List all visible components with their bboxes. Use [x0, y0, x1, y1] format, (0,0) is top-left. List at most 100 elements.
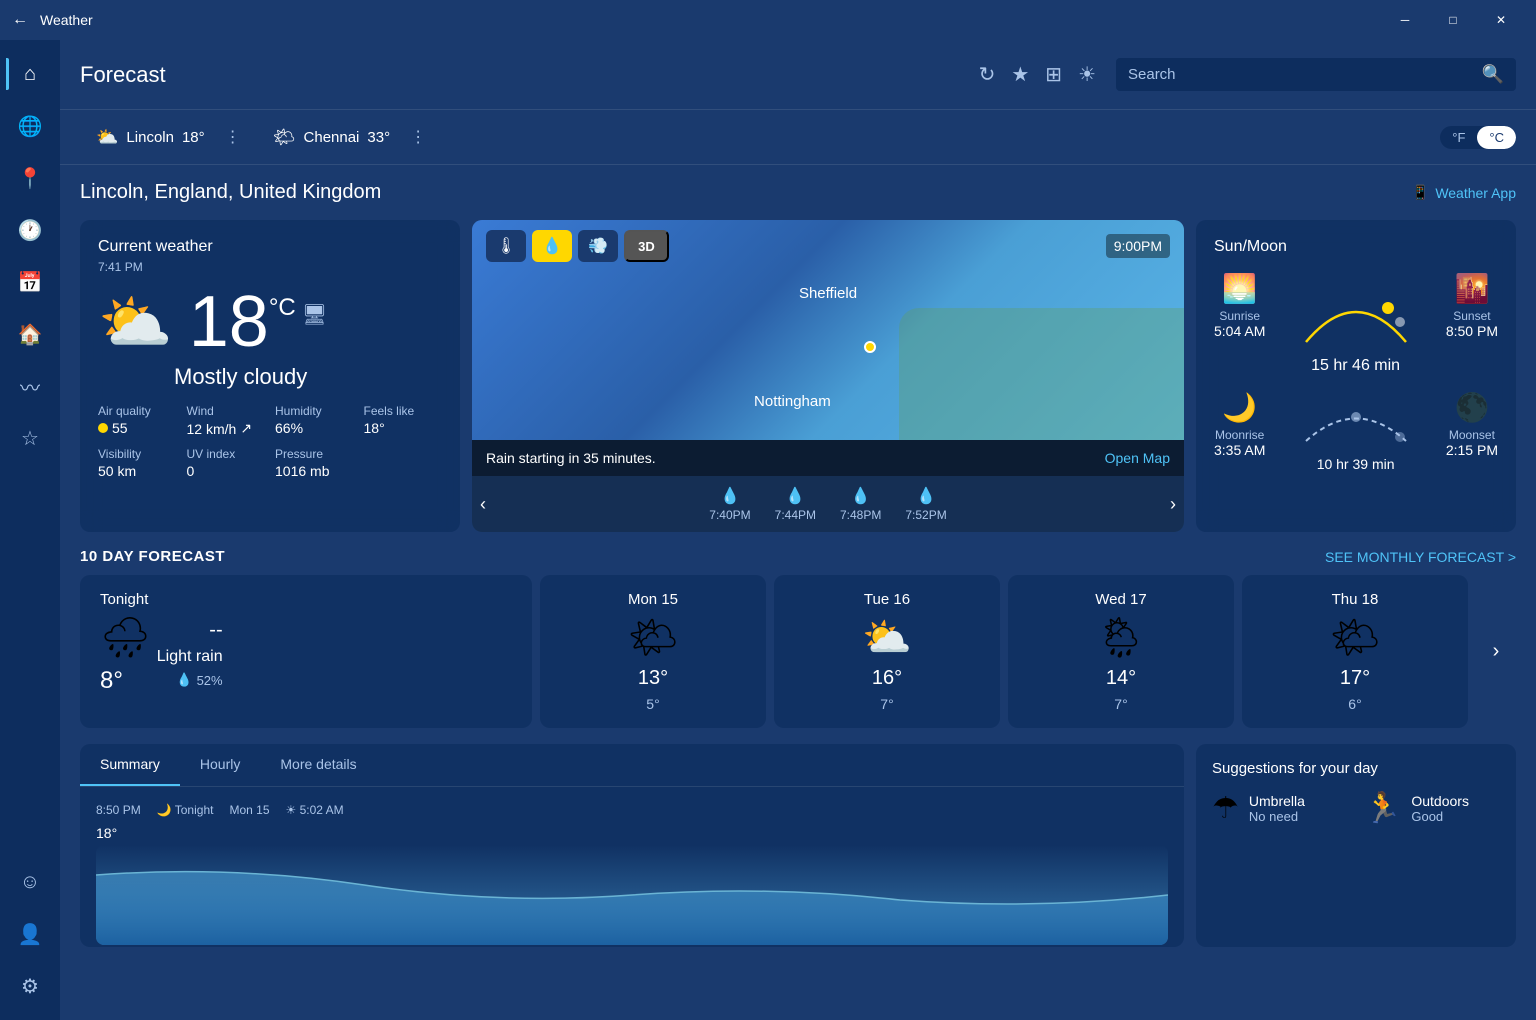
outdoors-info: Outdoors Good — [1411, 793, 1469, 824]
back-button[interactable]: ← — [12, 11, 28, 29]
map-card: 🌡 💧 💨 3D 9:00PM Sheffield Nottingham — [472, 220, 1184, 532]
city-name: Lincoln, England, United Kingdom — [80, 181, 381, 204]
suggestions-card: Suggestions for your day ☂ Umbrella No n… — [1196, 744, 1516, 947]
chart-temp-row: 18° — [96, 825, 1168, 841]
see-monthly-button[interactable]: SEE MONTHLY FORECAST > — [1325, 549, 1516, 565]
forecast-next-button[interactable]: › — [1476, 575, 1516, 728]
celsius-button[interactable]: °C — [1477, 126, 1516, 149]
favorite-icon[interactable]: ★ — [1011, 62, 1029, 87]
moon-info: 🌙 Moonrise 3:35 AM 10 hr 39 mi — [1214, 391, 1498, 472]
header-actions: ↻ ★ ⊞ ☀ — [979, 62, 1096, 87]
map-time: 9:00PM — [1106, 234, 1170, 258]
tue16-icon: ⛅ — [862, 614, 912, 661]
sidebar-item-user[interactable]: 👤 — [6, 910, 54, 958]
sidebar-item-home[interactable]: ⌂ — [6, 50, 54, 98]
sidebar-item-star[interactable]: ☆ — [6, 414, 54, 462]
humidity-stat: Humidity 66% — [275, 404, 354, 437]
theme-icon[interactable]: ☀ — [1078, 62, 1096, 87]
tue16-label: Tue 16 — [864, 591, 910, 608]
sidebar-item-waves[interactable]: 〰 — [6, 362, 54, 410]
timeline-dot-4: 💧 — [916, 486, 936, 506]
tonight-label: Tonight — [100, 591, 151, 608]
maximize-button[interactable]: □ — [1430, 0, 1476, 40]
timeline-prev-button[interactable]: ‹ — [480, 494, 486, 515]
lincoln-weather-icon: ⛅ — [96, 127, 118, 148]
thu18-high: 17° — [1340, 667, 1370, 690]
timeline-next-button[interactable]: › — [1170, 494, 1176, 515]
tab-summary[interactable]: Summary — [80, 744, 180, 786]
visibility-stat: Visibility 50 km — [98, 447, 177, 479]
pin-icon[interactable]: ⊞ — [1045, 62, 1062, 87]
map-precip-button[interactable]: 💧 — [532, 230, 572, 262]
app-layout: ⌂ 🌐 📍 🕐 📅 🏠 〰 ☆ ☺ 👤 ⚙ Forecast ↻ ★ ⊞ ☀ 🔍 — [0, 40, 1536, 1020]
minimize-button[interactable]: ─ — [1382, 0, 1428, 40]
mon15-label: Mon 15 — [628, 591, 678, 608]
sidebar-item-settings[interactable]: ⚙ — [6, 962, 54, 1010]
pressure-stat: Pressure 1016 mb — [275, 447, 354, 479]
fahrenheit-button[interactable]: °F — [1440, 126, 1477, 149]
sidebar-item-location[interactable]: 📍 — [6, 154, 54, 202]
sidebar-item-globe[interactable]: 🌐 — [6, 102, 54, 150]
sunset-icon: 🌇 — [1446, 272, 1498, 305]
location-tab-chennai[interactable]: 🌤 Chennai 33° — [257, 119, 406, 156]
map-temp-button[interactable]: 🌡 — [486, 230, 526, 262]
sidebar-item-calendar[interactable]: 📅 — [6, 258, 54, 306]
search-icon[interactable]: 🔍 — [1482, 64, 1504, 85]
refresh-icon[interactable]: ↻ — [979, 62, 996, 87]
mon15-icon: 🌤 — [628, 614, 679, 661]
tonight-high: -- — [209, 619, 222, 642]
chennai-weather-icon: 🌤 — [273, 127, 296, 148]
monitor-icon: 🖥 — [302, 302, 327, 327]
forecast-day-wed17: Wed 17 🌦 14° 7° — [1008, 575, 1234, 728]
rain-warning-text: Rain starting in 35 minutes. — [486, 450, 656, 466]
map-header: 🌡 💧 💨 3D 9:00PM — [472, 220, 1184, 272]
phone-icon: 📱 — [1412, 184, 1429, 201]
lincoln-name: Lincoln — [126, 129, 174, 146]
search-box[interactable]: 🔍 — [1116, 58, 1516, 91]
wave-chart — [96, 845, 1168, 945]
open-map-button[interactable]: Open Map — [1105, 450, 1170, 466]
weather-app-label: Weather App — [1435, 185, 1516, 201]
feels-like-value: 18° — [364, 420, 443, 436]
forecast-day-tue16: Tue 16 ⛅ 16° 7° — [774, 575, 1000, 728]
chennai-more-button[interactable]: ⋮ — [410, 127, 426, 147]
timeline-time-1: 7:40PM — [709, 508, 750, 522]
chennai-name: Chennai — [304, 129, 360, 146]
thu18-low: 6° — [1348, 696, 1361, 712]
unit-toggle: °F °C — [1440, 126, 1516, 149]
sidebar-item-face[interactable]: ☺ — [6, 858, 54, 906]
close-button[interactable]: ✕ — [1478, 0, 1524, 40]
moonset-item: 🌑 Moonset 2:15 PM — [1446, 391, 1498, 472]
visibility-label: Visibility — [98, 447, 177, 461]
lincoln-more-button[interactable]: ⋮ — [225, 127, 241, 147]
uv-label: UV index — [187, 447, 266, 461]
moonrise-item: 🌙 Moonrise 3:35 AM — [1214, 391, 1265, 472]
air-quality-value: 55 — [98, 420, 177, 436]
window-controls: ─ □ ✕ — [1382, 0, 1524, 40]
tab-more-details[interactable]: More details — [260, 744, 376, 786]
wind-stat: Wind 12 km/h ↗ — [187, 404, 266, 437]
forecast-section: 10 DAY FORECAST SEE MONTHLY FORECAST > T… — [80, 548, 1516, 728]
umbrella-value: No need — [1249, 809, 1305, 824]
timeline-item-3: 💧 7:48PM — [840, 486, 881, 522]
location-tab-lincoln[interactable]: ⛅ Lincoln 18° — [80, 119, 221, 156]
chart-time-2: Mon 15 — [229, 803, 269, 817]
map-wind-button[interactable]: 💨 — [578, 230, 618, 262]
weather-app-link[interactable]: 📱 Weather App — [1412, 184, 1516, 201]
suggestion-outdoors: 🏃 Outdoors Good — [1364, 791, 1500, 826]
map-3d-button[interactable]: 3D — [624, 230, 669, 262]
tonight-right: -- Light rain 💧 52% — [157, 591, 223, 688]
sidebar-item-history[interactable]: 🕐 — [6, 206, 54, 254]
map-footer: Rain starting in 35 minutes. Open Map — [472, 440, 1184, 476]
wave-svg — [96, 845, 1168, 945]
air-quality-label: Air quality — [98, 404, 177, 418]
timeline-dot-1: 💧 — [720, 486, 740, 506]
wind-value: 12 km/h ↗ — [187, 420, 266, 437]
sidebar-item-house[interactable]: 🏠 — [6, 310, 54, 358]
sun-duration: 15 hr 46 min — [1296, 357, 1416, 375]
moon-section: 🌙 Moonrise 3:35 AM 10 hr 39 mi — [1214, 391, 1498, 472]
sun-moon-card: Sun/Moon 🌅 Sunrise 5:04 AM — [1196, 220, 1516, 532]
tab-hourly[interactable]: Hourly — [180, 744, 260, 786]
search-input[interactable] — [1128, 66, 1474, 83]
wed17-icon: 🌦 — [1096, 614, 1147, 661]
